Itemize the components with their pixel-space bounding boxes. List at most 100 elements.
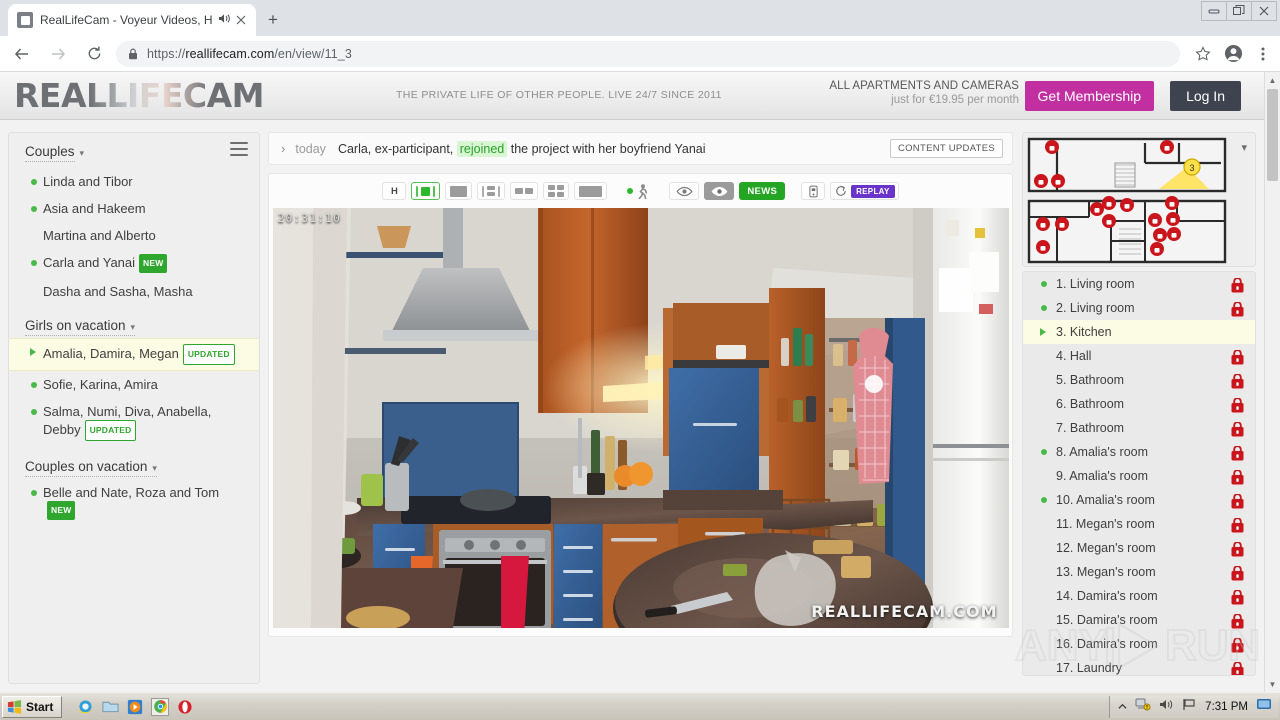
sidebar-item-martina-alberto[interactable]: Martina and Alberto: [9, 222, 259, 249]
room-item-13[interactable]: 13. Megan's room: [1023, 560, 1255, 584]
sidebar-item-belle-nate-roza-tom[interactable]: Belle and Nate, Roza and TomNEW: [9, 479, 259, 525]
taskbar-clock[interactable]: 7:31 PM: [1205, 701, 1248, 713]
chrome-menu-icon[interactable]: [1250, 41, 1276, 67]
room-item-2[interactable]: 2. Living room: [1023, 296, 1255, 320]
sidebar-item-label: Amalia, Damira, Megan: [43, 346, 179, 361]
sidebar-item-sofie-karina-amira[interactable]: Sofie, Karina, Amira: [9, 371, 259, 398]
get-membership-button[interactable]: Get Membership: [1024, 81, 1154, 111]
internet-explorer-icon[interactable]: [76, 698, 94, 716]
new-tab-button[interactable]: +: [262, 9, 284, 31]
promo-line-1: ALL APARTMENTS AND CAMERAS: [829, 80, 1019, 92]
chrome-icon[interactable]: [151, 697, 170, 716]
room-item-11[interactable]: 11. Megan's room: [1023, 512, 1255, 536]
chevron-right-icon[interactable]: ›: [281, 141, 285, 156]
room-item-6[interactable]: 6. Bathroom: [1023, 392, 1255, 416]
room-item-12[interactable]: 12. Megan's room: [1023, 536, 1255, 560]
show-desktop-icon[interactable]: [1256, 698, 1272, 716]
site-logo[interactable]: REALLIFECAM: [14, 79, 265, 113]
window-controls: [1201, 1, 1277, 21]
opera-icon[interactable]: [176, 698, 194, 716]
floorplan-graphic[interactable]: 3: [1027, 137, 1227, 264]
content-updates-button[interactable]: CONTENT UPDATES: [889, 139, 1003, 158]
sidebar-item-carla-yanai[interactable]: Carla and Yanai NEW: [9, 249, 259, 278]
browser-tabstrip: RealLifeCam - Voyeur Videos, H +: [0, 0, 1280, 36]
sidebar-group-header-couples-on-vacation[interactable]: Couples on vacation ▾: [25, 459, 157, 477]
mobile-view-button[interactable]: [801, 182, 826, 200]
scroll-down-icon[interactable]: ▼: [1265, 676, 1280, 692]
minimize-icon[interactable]: [1201, 1, 1227, 21]
layout-quad-button[interactable]: [543, 182, 570, 200]
chevron-up-icon[interactable]: [1118, 698, 1127, 716]
sidebar-item-asia-hakeem[interactable]: Asia and Hakeem: [9, 195, 259, 222]
scrollbar-thumb[interactable]: [1267, 89, 1278, 181]
room-item-16[interactable]: 16. Damira's room: [1023, 632, 1255, 656]
menu-hamburger-icon[interactable]: [230, 142, 248, 160]
video-stream[interactable]: 20:31:10 REALLIFECAM.COM: [272, 208, 1009, 628]
layout-two-up-button[interactable]: [510, 182, 539, 200]
news-text-before: Carla, ex-participant,: [337, 141, 454, 156]
sidebar-item-amalia-damira-megan[interactable]: Amalia, Damira, Megan UPDATED: [9, 338, 259, 371]
scroll-up-icon[interactable]: ▲: [1265, 72, 1280, 88]
hd-label: H: [390, 185, 398, 197]
online-dot-icon: [1041, 305, 1047, 311]
news-button[interactable]: NEWS: [739, 182, 786, 200]
sidebar-item-salma-numi-diva-anabella-debby[interactable]: Salma, Numi, Diva, Anabella, Debby UPDATE…: [9, 398, 259, 446]
sidebar-item-label: Carla and Yanai: [43, 255, 136, 270]
online-dot-icon: [1041, 281, 1047, 287]
promo-line-2: just for €19.95 per month: [891, 94, 1019, 106]
sidebar-group-header-couples[interactable]: Couples ▾: [9, 133, 259, 168]
room-item-3[interactable]: 3. Kitchen: [1023, 320, 1255, 344]
room-item-1[interactable]: 1. Living room: [1023, 272, 1255, 296]
start-button[interactable]: Start: [2, 695, 63, 718]
media-player-icon[interactable]: [126, 698, 144, 716]
news-text: Carla, ex-participant, rejoined the proj…: [337, 140, 706, 157]
motion-detect-button[interactable]: [623, 182, 653, 200]
layout-single-button[interactable]: [411, 182, 441, 200]
main-column: › today Carla, ex-participant, rejoined …: [268, 132, 1013, 637]
url-text: https://reallifecam.com/en/view/11_3: [147, 47, 352, 61]
hd-toggle-button[interactable]: H: [382, 182, 407, 200]
folder-icon[interactable]: [101, 698, 119, 716]
room-item-8[interactable]: 8. Amalia's room: [1023, 440, 1255, 464]
sidebar-group-header-girls-on-vacation[interactable]: Girls on vacation ▾: [25, 318, 136, 336]
eye-view-dark-button[interactable]: [704, 182, 735, 200]
room-item-7[interactable]: 7. Bathroom: [1023, 416, 1255, 440]
windows-logo-icon: [7, 700, 22, 714]
room-item-14[interactable]: 14. Damira's room: [1023, 584, 1255, 608]
reload-icon[interactable]: [80, 40, 108, 68]
room-item-15[interactable]: 15. Damira's room: [1023, 608, 1255, 632]
split-stack-icon: [487, 186, 496, 196]
volume-icon[interactable]: [1159, 698, 1174, 716]
close-icon[interactable]: [1251, 1, 1277, 21]
forward-icon[interactable]: [44, 40, 72, 68]
room-label: 14. Damira's room: [1056, 589, 1158, 603]
address-bar[interactable]: https://reallifecam.com/en/view/11_3: [116, 40, 1180, 67]
start-label: Start: [26, 699, 54, 714]
page-scrollbar[interactable]: ▲ ▼: [1264, 72, 1280, 692]
layout-full-button[interactable]: [445, 182, 473, 200]
sidebar-item-linda-tibor[interactable]: Linda and Tibor: [9, 168, 259, 195]
login-button[interactable]: Log In: [1170, 81, 1241, 111]
close-icon[interactable]: [232, 13, 250, 28]
flag-icon[interactable]: [1182, 698, 1197, 716]
room-item-5[interactable]: 5. Bathroom: [1023, 368, 1255, 392]
sidebar-item-dasha-sasha-masha[interactable]: Dasha and Sasha, Masha: [9, 278, 259, 305]
speaker-icon[interactable]: [216, 13, 232, 27]
layout-wide-button[interactable]: [574, 182, 608, 200]
back-icon[interactable]: [8, 40, 36, 68]
layout-split-button[interactable]: [477, 182, 506, 200]
room-item-17[interactable]: 17. Laundry: [1023, 656, 1255, 675]
rect-icon: [579, 185, 603, 197]
room-item-4[interactable]: 4. Hall: [1023, 344, 1255, 368]
eye-view-button[interactable]: [669, 182, 700, 200]
restore-icon[interactable]: [1226, 1, 1252, 21]
network-icon[interactable]: [1135, 697, 1151, 716]
room-item-9[interactable]: 9. Amalia's room: [1023, 464, 1255, 488]
bookmark-star-icon[interactable]: [1190, 41, 1216, 67]
chevron-down-icon[interactable]: ▾: [1241, 141, 1247, 154]
replay-button[interactable]: REPLAY: [830, 182, 899, 200]
browser-tab[interactable]: RealLifeCam - Voyeur Videos, H: [8, 4, 256, 36]
room-item-10[interactable]: 10. Amalia's room: [1023, 488, 1255, 512]
profile-avatar-icon[interactable]: [1220, 41, 1246, 67]
updated-badge: UPDATED: [182, 344, 235, 365]
